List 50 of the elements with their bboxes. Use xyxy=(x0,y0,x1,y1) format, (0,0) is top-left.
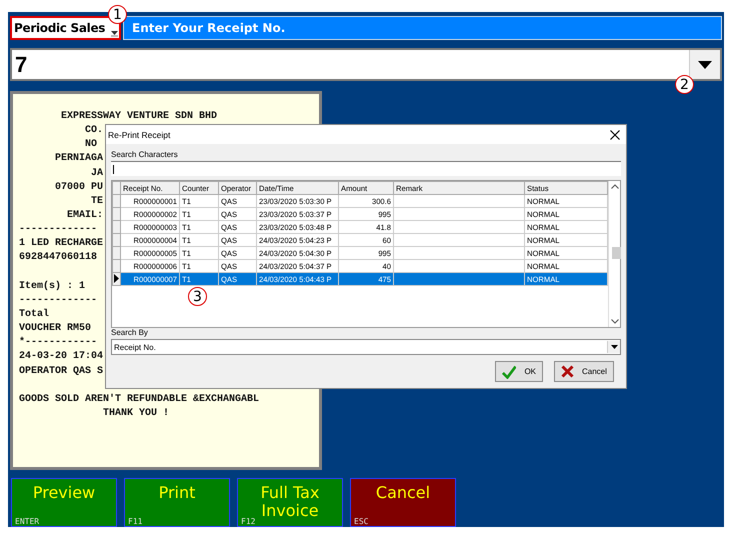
receipt-line: 24-03-20 17:04 xyxy=(19,350,104,364)
field-label: Search Characters xyxy=(111,150,178,160)
action-button[interactable]: Print F11 xyxy=(124,478,230,527)
search-field[interactable] xyxy=(111,161,621,176)
receipt-line: THANK YOU ! xyxy=(102,406,170,421)
shortcut-label: F12 xyxy=(241,517,256,526)
receipt-line: 6928447060118 xyxy=(19,251,98,266)
dropdown-button[interactable] xyxy=(689,50,720,79)
scroll-up-icon xyxy=(610,184,618,189)
scroll-thumb[interactable] xyxy=(612,247,621,259)
cancel-button[interactable]: Cancel xyxy=(554,361,614,382)
shortcut-label: ESC xyxy=(354,517,368,526)
field-label: Search By xyxy=(111,328,148,338)
receipt-line: 07000 PU xyxy=(54,180,104,195)
callout-marker: 1 xyxy=(108,5,127,24)
close-icon xyxy=(610,130,620,140)
receipt-line: *------------ xyxy=(19,336,98,350)
mode-value: Periodic Sales xyxy=(14,21,106,35)
shortcut-label: ENTER xyxy=(15,517,40,526)
cross-icon xyxy=(561,365,574,378)
receipt-line: JA xyxy=(90,166,104,181)
callout-marker: 2 xyxy=(675,75,694,94)
receipt-line: 1 LED RECHARGE xyxy=(19,237,104,252)
scrollbar[interactable] xyxy=(608,181,620,327)
action-button[interactable]: Preview ENTER xyxy=(11,478,117,527)
receipt-line: GOODS SOLD AREN'T REFUNDABLE &EXCHANGABL xyxy=(19,392,260,407)
ok-button[interactable]: OK xyxy=(495,361,543,382)
search-by-dropdown[interactable]: Receipt No. xyxy=(111,339,621,355)
caret-icon xyxy=(610,345,618,349)
scroll-down-icon xyxy=(610,319,618,324)
receipt-line: ------------- xyxy=(19,223,98,238)
action-button[interactable]: Full Tax Invoice F12 xyxy=(237,478,343,527)
receipt-line: NO xyxy=(84,138,98,152)
receipt-line: Total xyxy=(19,308,50,322)
dialog-title: Re-Print Receipt xyxy=(108,130,170,140)
receipt-line: EXPRESSWAY VENTURE SDN BHD xyxy=(60,110,218,124)
row-pointer-icon xyxy=(114,274,119,282)
receipt-line: Item(s) : 1 xyxy=(19,280,86,294)
receipt-line: ------------- xyxy=(19,294,98,308)
receipt-line: OPERATOR QAS S xyxy=(19,364,104,379)
receipt-line: PERNIAGA xyxy=(54,152,104,166)
caret-icon xyxy=(698,60,712,68)
receipt-line: CO. xyxy=(84,124,104,138)
shortcut-label: F11 xyxy=(128,517,142,526)
cancel-button[interactable]: Cancel ESC xyxy=(350,478,456,527)
receipt-line: VOUCHER RM50 xyxy=(19,322,92,336)
receipt-line: EMAIL: xyxy=(66,208,104,223)
prompt-bar: Enter Your Receipt No. xyxy=(123,16,722,40)
check-icon xyxy=(502,364,516,378)
receipt-line: TE xyxy=(90,194,104,209)
